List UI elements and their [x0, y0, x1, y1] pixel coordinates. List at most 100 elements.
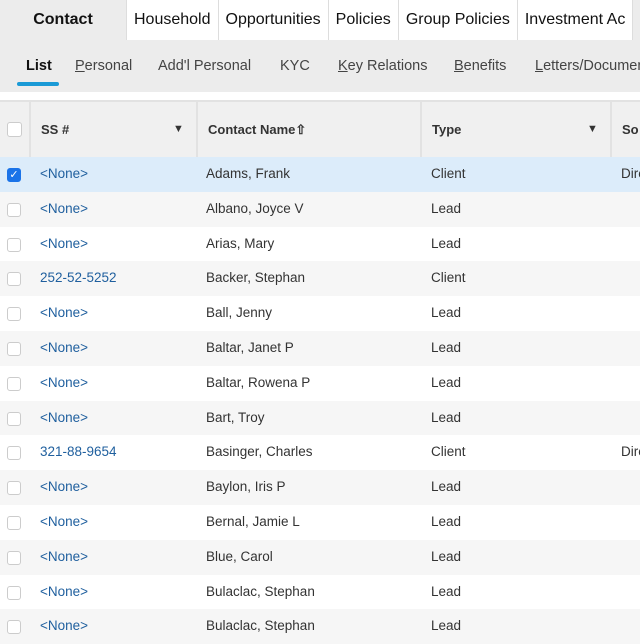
table-row[interactable]: <None> Bernal, Jamie L Lead: [0, 505, 640, 540]
sort-ascending-icon: ⇧: [295, 122, 307, 137]
contact-name: Backer, Stephan: [206, 270, 306, 286]
table-row[interactable]: <None> Baylon, Iris P Lead: [0, 470, 640, 505]
column-ss-label: SS #: [41, 122, 70, 137]
tab-group-policies[interactable]: Group Policies: [398, 0, 518, 40]
subtab-letters-documen[interactable]: Letters/Documen: [535, 58, 640, 74]
subtab-add-l-personal[interactable]: Add'l Personal: [158, 58, 251, 74]
select-all-checkbox[interactable]: [7, 122, 22, 137]
ss-link[interactable]: <None>: [40, 575, 88, 609]
row-checkbox[interactable]: [7, 515, 21, 530]
row-checkbox[interactable]: ✓: [7, 168, 21, 182]
column-source-label: So: [622, 122, 639, 137]
table-row[interactable]: <None> Bulaclac, Stephan Lead: [0, 575, 640, 610]
row-checkbox[interactable]: [7, 481, 21, 496]
contact-type: Lead: [431, 583, 462, 599]
row-checkbox[interactable]: [7, 376, 21, 391]
subtab-list[interactable]: List: [17, 58, 59, 86]
ss-link[interactable]: <None>: [40, 609, 88, 643]
column-type-label: Type: [432, 122, 462, 137]
subtab-key-relations[interactable]: Key Relations: [338, 58, 427, 74]
contact-type: Lead: [431, 548, 462, 564]
row-checkbox[interactable]: [7, 620, 21, 635]
filter-icon[interactable]: ▼: [587, 102, 598, 157]
grid-body: ✓ <None> Adams, Frank Client Dire <None>…: [0, 157, 640, 644]
table-row[interactable]: <None> Bulaclac, Stephan Lead: [0, 609, 640, 644]
contact-type: Lead: [431, 618, 462, 634]
row-checkbox[interactable]: [7, 272, 21, 287]
contact-type: Client: [431, 444, 466, 460]
subtab-benefits[interactable]: Benefits: [454, 58, 506, 74]
contact-name: Arias, Mary: [206, 235, 275, 251]
contact-name: Bart, Troy: [206, 409, 265, 425]
tab-opportunities[interactable]: Opportunities: [218, 0, 329, 40]
table-row[interactable]: <None> Bart, Troy Lead: [0, 400, 640, 436]
table-row[interactable]: 252-52-5252 Backer, Stephan Client: [0, 261, 640, 297]
table-row[interactable]: <None> Blue, Carol Lead: [0, 539, 640, 575]
ss-link[interactable]: <None>: [40, 540, 88, 574]
ss-link[interactable]: <None>: [40, 157, 88, 191]
ss-link[interactable]: <None>: [40, 401, 88, 435]
table-row[interactable]: ✓ <None> Adams, Frank Client Dire: [0, 157, 640, 192]
contact-name: Baylon, Iris P: [206, 479, 286, 495]
contact-name: Bulaclac, Stephan: [206, 583, 315, 599]
row-checkbox[interactable]: [7, 307, 21, 322]
ss-link[interactable]: 252-52-5252: [40, 261, 117, 295]
column-ss[interactable]: SS # ▼: [29, 102, 196, 157]
contact-type: Client: [431, 166, 466, 181]
contact-type: Lead: [431, 339, 462, 355]
column-source[interactable]: So: [610, 102, 640, 157]
row-checkbox[interactable]: [7, 341, 21, 356]
tab-contact[interactable]: Contact: [0, 0, 127, 40]
contact-type: Lead: [431, 305, 462, 321]
filter-icon[interactable]: ▼: [173, 102, 184, 157]
contact-type: Client: [431, 270, 466, 286]
column-type[interactable]: Type ▼: [420, 102, 610, 157]
contact-source: Dire: [621, 444, 640, 460]
table-row[interactable]: <None> Baltar, Janet P Lead: [0, 330, 640, 366]
table-row[interactable]: 321-88-9654 Basinger, Charles Client Dir…: [0, 435, 640, 470]
row-checkbox[interactable]: [7, 585, 21, 600]
tab-investment-ac[interactable]: Investment Ac: [517, 0, 634, 40]
ss-link[interactable]: <None>: [40, 331, 88, 365]
contact-name: Bulaclac, Stephan: [206, 618, 315, 634]
contact-name: Ball, Jenny: [206, 305, 273, 321]
table-row[interactable]: <None> Arias, Mary Lead: [0, 227, 640, 262]
contact-name: Baltar, Rowena P: [206, 374, 311, 390]
contact-name: Albano, Joyce V: [206, 200, 304, 216]
ss-link[interactable]: 321-88-9654: [40, 435, 117, 469]
contact-name: Blue, Carol: [206, 548, 273, 564]
row-checkbox[interactable]: [7, 550, 21, 565]
ss-link[interactable]: <None>: [40, 192, 88, 226]
ss-link[interactable]: <None>: [40, 505, 88, 539]
row-checkbox[interactable]: [7, 237, 21, 252]
tab-policies[interactable]: Policies: [328, 0, 399, 40]
tab-household[interactable]: Household: [127, 0, 219, 40]
table-row[interactable]: <None> Baltar, Rowena P Lead: [0, 366, 640, 401]
contact-name: Adams, Frank: [206, 166, 291, 181]
contact-type: Lead: [431, 374, 462, 390]
contact-type: Lead: [431, 479, 462, 495]
ss-link[interactable]: <None>: [40, 470, 88, 504]
contact-grid: SS # ▼ Contact Name⇧ Type ▼ So ✓ <None> Ad…: [0, 100, 640, 644]
main-tabs: Contact Household Opportunities Policies Gro…: [0, 0, 640, 42]
table-row[interactable]: <None> Albano, Joyce V Lead: [0, 191, 640, 227]
contact-type: Lead: [431, 200, 462, 216]
subtab-personal[interactable]: Personal: [75, 58, 132, 74]
contact-name: Basinger, Charles: [206, 444, 313, 460]
column-name-label: Contact Name: [208, 122, 296, 137]
row-checkbox[interactable]: [7, 411, 21, 426]
ss-link[interactable]: <None>: [40, 227, 88, 261]
contact-type: Lead: [431, 235, 462, 251]
contact-name: Bernal, Jamie L: [206, 513, 300, 529]
row-checkbox[interactable]: [7, 446, 21, 461]
row-checkbox[interactable]: [7, 202, 21, 217]
contact-type: Lead: [431, 409, 462, 425]
subtab-kyc[interactable]: KYC: [280, 58, 310, 74]
contact-source: Dire: [621, 166, 640, 181]
table-row[interactable]: <None> Ball, Jenny Lead: [0, 296, 640, 331]
contact-name: Baltar, Janet P: [206, 339, 294, 355]
ss-link[interactable]: <None>: [40, 296, 88, 330]
sub-tabs: List Personal Add'l Personal KYC Key Relatio…: [0, 42, 640, 92]
column-contact-name[interactable]: Contact Name⇧: [196, 102, 420, 157]
ss-link[interactable]: <None>: [40, 366, 88, 400]
